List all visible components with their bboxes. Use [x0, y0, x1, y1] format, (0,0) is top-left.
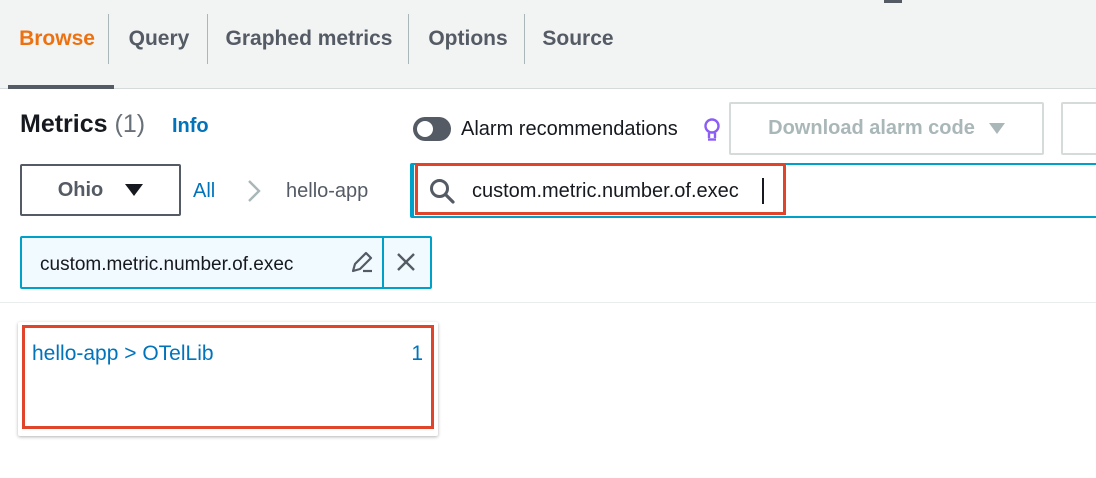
tab-source[interactable]: Source: [534, 14, 622, 64]
filter-token-text: custom.metric.number.of.exec: [40, 254, 294, 275]
download-alarm-code-button[interactable]: Download alarm code: [729, 102, 1044, 155]
close-icon[interactable]: [394, 250, 418, 274]
metrics-count: (1): [114, 110, 146, 138]
result-count: 1: [411, 342, 423, 365]
tab-graphed-metrics[interactable]: Graphed metrics: [216, 14, 402, 64]
tab-options[interactable]: Options: [418, 14, 518, 64]
search-input[interactable]: [472, 176, 772, 206]
tab-separator: [207, 14, 208, 64]
caret-down-icon: [988, 123, 1005, 134]
download-alarm-code-label: Download alarm code: [768, 117, 975, 139]
tab-separator: [408, 14, 409, 64]
caret-down-icon: [125, 184, 144, 196]
region-selector-label: Ohio: [57, 178, 104, 201]
breadcrumb-all[interactable]: All: [193, 180, 215, 203]
search-icon: [430, 179, 455, 204]
alarm-recommendations-toggle[interactable]: [413, 117, 451, 141]
tab-query[interactable]: Query: [118, 14, 200, 64]
lightbulb-icon[interactable]: [702, 117, 722, 143]
token-divider: [382, 238, 384, 287]
tab-separator: [524, 14, 525, 64]
tab-bar: Browse Query Graphed metrics Options Sou…: [0, 0, 1096, 89]
window-resize-handle: [884, 0, 902, 3]
breadcrumb-current: hello-app: [286, 180, 369, 202]
edit-icon[interactable]: [350, 250, 374, 274]
result-card[interactable]: [18, 322, 438, 436]
page-title-text: Metrics: [20, 110, 108, 138]
active-tab-indicator: [8, 85, 114, 89]
filter-token[interactable]: custom.metric.number.of.exec: [20, 236, 432, 289]
toggle-knob: [417, 121, 433, 137]
tab-separator: [108, 14, 109, 64]
page-title: Metrics (1): [20, 110, 145, 139]
result-namespace-link[interactable]: hello-app > OTelLib: [32, 342, 214, 366]
alarm-recommendations-label: Alarm recommendations: [461, 118, 678, 140]
info-link[interactable]: Info: [172, 115, 209, 138]
tab-browse[interactable]: Browse: [14, 14, 100, 64]
section-divider: [0, 302, 1096, 303]
region-selector[interactable]: Ohio: [20, 164, 181, 216]
chevron-right-icon: [248, 180, 261, 202]
actions-button[interactable]: [1061, 102, 1096, 155]
text-cursor: [762, 178, 764, 204]
